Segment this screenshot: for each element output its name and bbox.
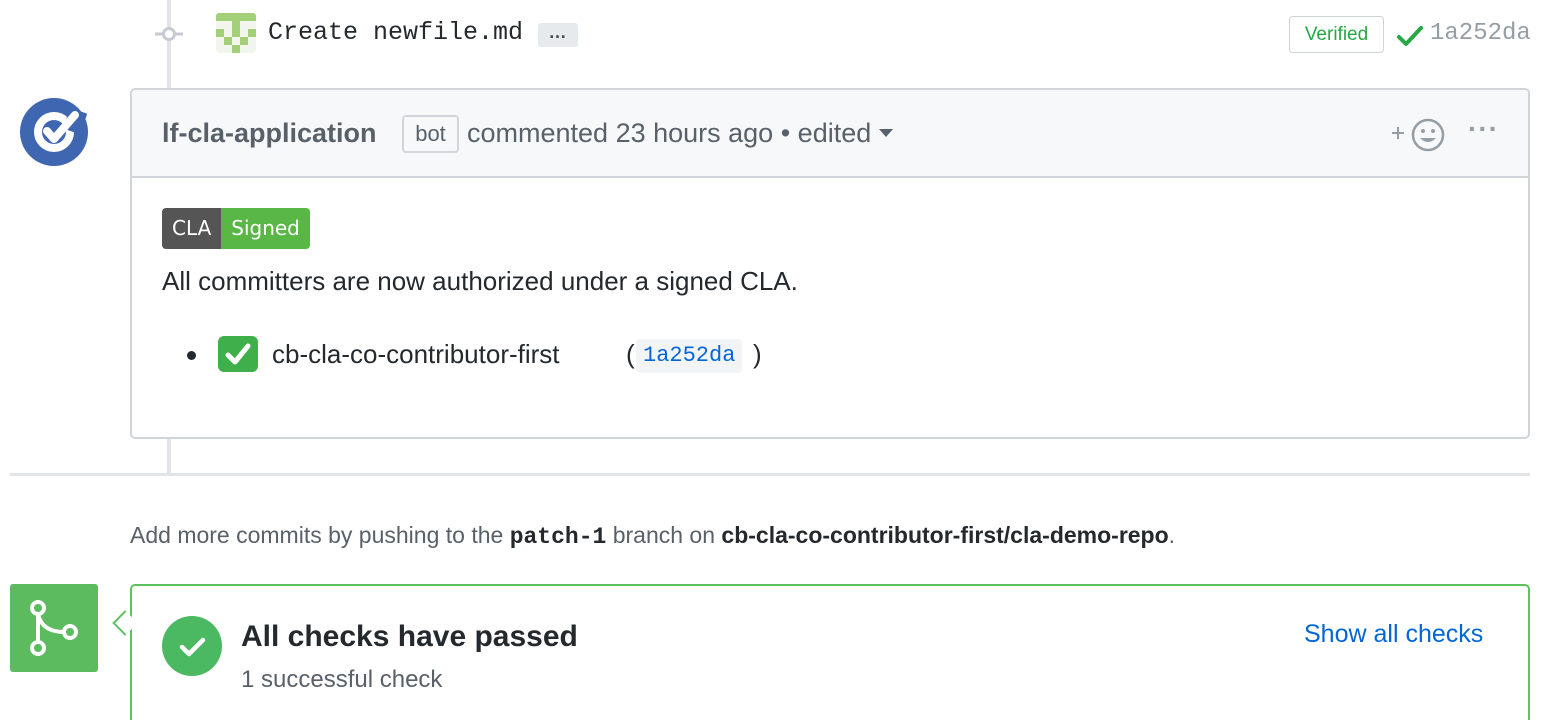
checks-title: All checks have passed xyxy=(241,620,578,653)
commit-sha-link[interactable]: 1a252da xyxy=(1430,20,1531,47)
cla-badge-label: CLA xyxy=(162,208,222,249)
repo-name: cb-cla-co-contributor-first/cla-demo-rep… xyxy=(721,522,1169,548)
commit-node-icon xyxy=(155,27,183,41)
push-note-suffix: . xyxy=(1168,522,1176,548)
branch-name: patch-1 xyxy=(509,524,607,550)
verified-badge[interactable]: Verified xyxy=(1289,16,1384,53)
paren-open: ( xyxy=(626,339,635,369)
caret-down-icon xyxy=(879,128,894,137)
checks-subtitle: 1 successful check xyxy=(241,666,443,693)
commit-row: Create newfile.md … Verified 1a252da xyxy=(0,0,1550,70)
identicon-icon xyxy=(216,13,256,53)
paren-close: ) xyxy=(753,339,762,369)
cla-badge-status: Signed xyxy=(221,208,310,249)
bot-label: bot xyxy=(402,115,459,153)
comment-author-link[interactable]: lf-cla-application xyxy=(162,118,377,149)
checks-passed-icon xyxy=(162,616,222,676)
commit-message-link[interactable]: Create newfile.md xyxy=(268,18,523,47)
comment-body-text: All committers are now authorized under … xyxy=(162,266,798,296)
commit-author-avatar[interactable] xyxy=(216,13,256,53)
push-note-middle: branch on xyxy=(612,522,716,548)
push-note-prefix: Add more commits by pushing to the xyxy=(130,522,504,548)
comment-meta: commented 23 hours ago • edited xyxy=(467,118,894,149)
check-icon xyxy=(1397,26,1423,46)
commit-expand-button[interactable]: … xyxy=(538,23,578,47)
bot-avatar[interactable] xyxy=(20,98,88,166)
timeline-line-middle xyxy=(167,438,171,474)
list-item: cb-cla-co-contributor-first ( 1a252da ) xyxy=(162,336,862,376)
cla-check-logo-icon xyxy=(34,107,88,152)
comment-timestamp[interactable]: commented 23 hours ago • xyxy=(467,118,790,148)
edited-dropdown[interactable]: edited xyxy=(798,118,894,148)
edited-label: edited xyxy=(797,118,872,148)
comment-options-button[interactable]: ··· xyxy=(1468,115,1502,143)
committer-name: cb-cla-co-contributor-first xyxy=(272,339,560,369)
committer-sha-link[interactable]: 1a252da xyxy=(636,339,743,373)
check-mark-emoji-icon xyxy=(218,336,258,372)
push-instructions: Add more commits by pushing to the patch… xyxy=(130,522,1175,550)
add-reaction-button[interactable] xyxy=(1390,116,1448,152)
smiley-plus-icon xyxy=(1392,118,1445,152)
bullet xyxy=(187,351,196,360)
show-all-checks-link[interactable]: Show all checks xyxy=(1304,620,1483,649)
git-merge-icon xyxy=(30,600,78,656)
timeline-divider xyxy=(10,473,1530,476)
bot-comment: lf-cla-application bot commented 23 hour… xyxy=(130,88,1530,439)
merge-status-icon xyxy=(10,584,98,672)
comment-header: lf-cla-application bot commented 23 hour… xyxy=(132,90,1528,178)
cla-status-badge[interactable]: CLA Signed xyxy=(162,208,310,249)
